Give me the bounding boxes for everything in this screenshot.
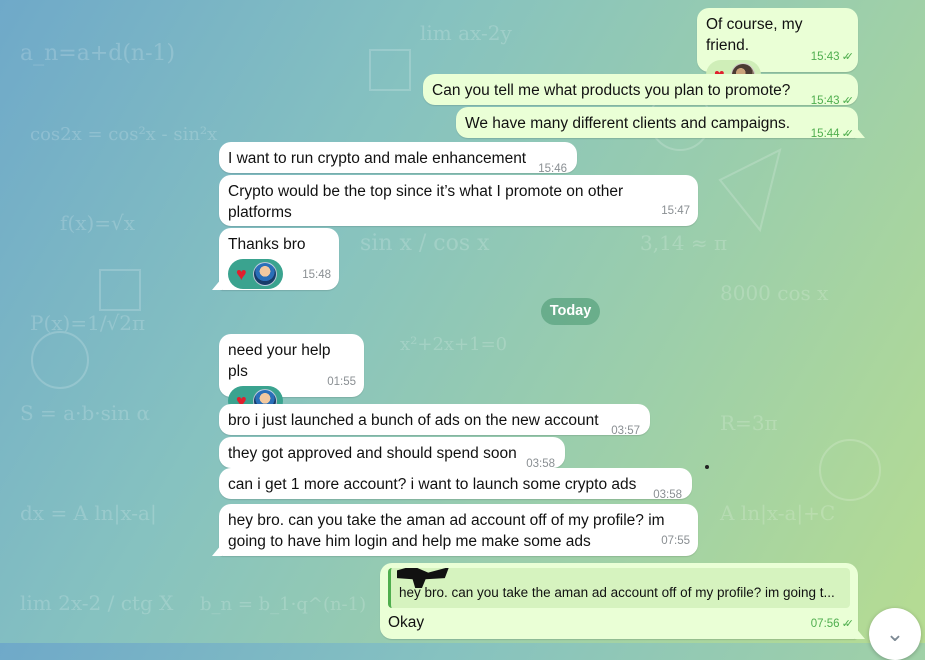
message-outgoing[interactable]: We have many different clients and campa… [456,107,858,140]
message-time: 15:48 [302,269,331,281]
message-text: Crypto would be the top since it’s what … [228,183,624,221]
message-outgoing[interactable]: Of course, my friend. ♥ 15:43✓✓ [697,8,858,90]
message-time: 15:47 [661,205,690,217]
message-incoming[interactable]: bro i just launched a bunch of ads on th… [219,404,650,437]
message-text: hey bro. can you take the aman ad accoun… [228,512,665,550]
message-time: 15:44 [810,128,840,140]
message-text: We have many different clients and campa… [465,115,791,132]
message-meta: 15:44 ✓✓ [810,124,855,145]
message-text: Can you tell me what products you plan t… [432,82,791,99]
message-text: I want to run crypto and male enhancemen… [228,150,527,167]
message-text: bro i just launched a bunch of ads on th… [228,412,599,429]
message-incoming[interactable]: need your help pls ♥ 01:55 [219,334,364,416]
message-text: they got approved and should spend soon [228,445,517,462]
message-time: 07:56 [810,618,840,630]
cursor-dot [705,465,709,469]
message-incoming[interactable]: I want to run crypto and male enhancemen… [219,142,577,175]
message-incoming[interactable]: Crypto would be the top since it’s what … [219,175,698,226]
message-outgoing[interactable]: Can you tell me what products you plan t… [423,74,858,107]
message-meta: 07:56 ✓✓ [810,614,855,635]
read-check-icon: ✓✓ [841,618,855,630]
read-check-icon: ✓✓ [841,51,855,63]
reply-quote-text: hey bro. can you take the aman ad accoun… [399,585,835,600]
reply-quote[interactable]: hey bro. can you take the aman ad accoun… [388,568,850,608]
message-text: can i get 1 more account? i want to laun… [228,476,637,493]
message-outgoing[interactable]: hey bro. can you take the aman ad accoun… [380,563,858,639]
message-time: 15:43 [810,51,840,63]
message-time: 03:58 [653,489,682,501]
message-incoming[interactable]: can i get 1 more account? i want to laun… [219,468,692,501]
message-incoming[interactable]: Thanks bro ♥ 15:48 [219,228,339,290]
message-time: 03:57 [611,425,640,437]
scroll-down-button[interactable]: ⌄ [869,608,921,660]
read-check-icon: ✓✓ [841,128,855,140]
date-separator: Today [541,298,600,325]
message-time: 15:43 [810,95,840,107]
message-text: Okay [388,614,425,631]
chevron-down-icon: ⌄ [885,621,905,646]
chat-area: Of course, my friend. ♥ 15:43✓✓ Can you … [0,0,925,660]
message-time: 01:55 [327,376,356,388]
avatar [252,262,277,286]
message-time: 07:55 [661,535,690,547]
read-check-icon: ✓✓ [841,95,855,107]
heart-icon: ♥ [236,264,247,284]
message-incoming[interactable]: hey bro. can you take the aman ad accoun… [219,504,698,556]
message-text: Thanks bro [228,236,306,253]
reactions[interactable]: ♥ [228,259,283,289]
message-meta: 15:43 ✓✓ [810,47,855,68]
message-incoming[interactable]: they got approved and should spend soon … [219,437,565,470]
